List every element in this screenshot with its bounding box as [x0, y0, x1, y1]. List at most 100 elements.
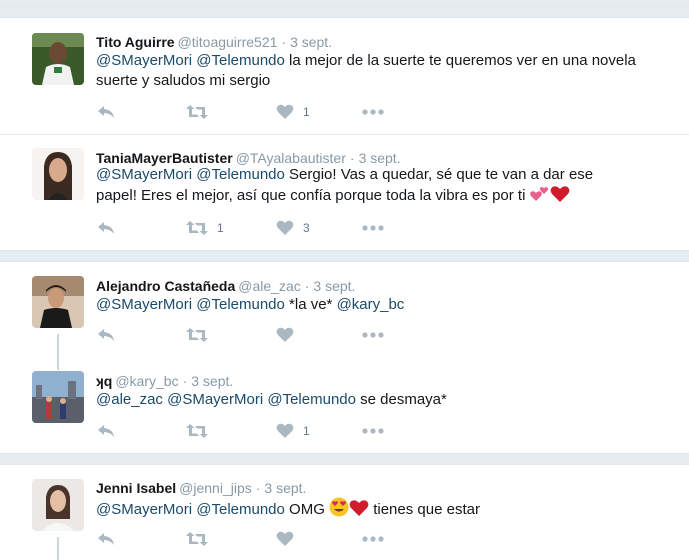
like-count: 1	[303, 105, 310, 119]
mention-link[interactable]: @Telemundo	[196, 166, 285, 183]
more-button[interactable]	[362, 218, 384, 238]
mention-link[interactable]: @SMayerMori	[167, 391, 263, 408]
more-button[interactable]	[362, 102, 384, 122]
avatar[interactable]	[32, 148, 84, 200]
heart-icon	[276, 104, 294, 119]
avatar[interactable]	[32, 276, 84, 328]
tweet-body-continued: tienes que estar	[373, 501, 480, 518]
like-button[interactable]: 3	[276, 218, 310, 238]
reply-button[interactable]	[96, 102, 116, 122]
reply-icon	[98, 533, 114, 545]
like-button[interactable]: 1	[276, 102, 310, 122]
tweet-text: @SMayerMori @Telemundo OMG tienes que es…	[96, 497, 656, 520]
tweet-text: @SMayerMori @Telemundo *la ve* @kary_bc	[96, 295, 656, 315]
reply-button[interactable]	[96, 421, 116, 441]
mention-link[interactable]: @Telemundo	[267, 391, 356, 408]
more-button[interactable]	[362, 421, 384, 441]
tweet[interactable]: Jenni Isabel @jenni_jips · 3 sept. @SMayerM…	[0, 465, 689, 560]
tweet-body: se desmaya*	[360, 391, 447, 408]
mention-link[interactable]: @kary_bc	[337, 296, 405, 313]
retweet-button[interactable]	[186, 529, 217, 549]
retweet-icon	[186, 328, 208, 342]
tweet-text: @SMayerMori @Telemundo la mejor de la su…	[96, 51, 656, 91]
author-handle[interactable]: @TAyalabautister	[236, 150, 346, 166]
tweet[interactable]: TaniaMayerBautister @TAyalabautister · 3 se…	[0, 135, 689, 250]
author-name[interactable]: Jenni Isabel	[96, 480, 176, 496]
like-count: 3	[303, 221, 310, 235]
more-icon	[362, 536, 384, 542]
reply-icon	[98, 106, 114, 118]
retweet-button[interactable]	[186, 421, 217, 441]
separator-dot: ·	[182, 373, 188, 389]
mention-link[interactable]: @Telemundo	[196, 296, 285, 313]
tweet-date[interactable]: 3 sept.	[290, 34, 332, 50]
red-heart-emoji-icon	[349, 500, 369, 516]
heart-icon	[276, 423, 294, 438]
reply-icon	[98, 425, 114, 437]
retweet-count: 1	[217, 221, 224, 235]
author-name[interactable]: Tito Aguirre	[96, 34, 175, 50]
tweet-date[interactable]: 3 sept.	[264, 480, 306, 496]
reply-button[interactable]	[96, 529, 116, 549]
tweet-date[interactable]: 3 sept.	[191, 373, 233, 389]
mention-link[interactable]: @SMayerMori	[96, 501, 192, 518]
like-button[interactable]: 1	[276, 421, 310, 441]
mention-link[interactable]: @SMayerMori	[96, 52, 192, 69]
like-button[interactable]	[276, 529, 303, 549]
avatar[interactable]	[32, 479, 84, 531]
conversation-divider	[0, 453, 689, 465]
tweet[interactable]: ʞq @kary_bc · 3 sept. @ale_zac @SMayerMori …	[0, 358, 689, 453]
avatar[interactable]	[32, 371, 84, 423]
tweet-text: @SMayerMori @Telemundo Sergio! Vas a que…	[96, 165, 626, 206]
reply-button[interactable]	[96, 325, 116, 345]
two-hearts-emoji-icon	[529, 187, 548, 201]
reply-icon	[98, 222, 114, 234]
separator-dot: ·	[281, 34, 287, 50]
retweet-icon	[186, 532, 208, 546]
separator-dot: ·	[349, 150, 355, 166]
mention-link[interactable]: @Telemundo	[196, 52, 285, 69]
author-handle[interactable]: @kary_bc	[115, 373, 178, 389]
retweet-button[interactable]	[186, 102, 217, 122]
author-handle[interactable]: @jenni_jips	[179, 480, 252, 496]
tweet[interactable]: Alejandro Castañeda @ale_zac · 3 sept. @SMa…	[0, 262, 689, 356]
separator-dot: ·	[255, 480, 261, 496]
conversation-divider	[0, 6, 689, 18]
more-icon	[362, 428, 384, 434]
mention-link[interactable]: @SMayerMori	[96, 166, 192, 183]
tweet-body: *la ve*	[289, 296, 333, 313]
reply-icon	[98, 329, 114, 341]
red-heart-emoji-icon	[550, 186, 569, 202]
more-button[interactable]	[362, 529, 384, 549]
heart-eyes-emoji-icon	[329, 497, 349, 517]
retweet-button[interactable]: 1	[186, 218, 224, 238]
tweet-text: @ale_zac @SMayerMori @Telemundo se desma…	[96, 390, 656, 410]
retweet-icon	[186, 221, 208, 235]
reply-button[interactable]	[96, 218, 116, 238]
tweet-date[interactable]: 3 sept.	[359, 150, 401, 166]
author-handle[interactable]: @titoaguirre521	[178, 34, 278, 50]
retweet-button[interactable]	[186, 325, 217, 345]
mention-link[interactable]: @SMayerMori	[96, 296, 192, 313]
tweet-body: OMG	[289, 501, 325, 518]
author-name[interactable]: Alejandro Castañeda	[96, 278, 235, 294]
author-name[interactable]: TaniaMayerBautister	[96, 150, 233, 166]
like-count: 1	[303, 424, 310, 438]
heart-icon	[276, 531, 294, 546]
like-button[interactable]	[276, 325, 303, 345]
more-icon	[362, 225, 384, 231]
tweet-date[interactable]: 3 sept.	[313, 278, 355, 294]
author-handle[interactable]: @ale_zac	[238, 278, 300, 294]
author-name[interactable]: ʞq	[96, 373, 112, 389]
retweet-icon	[186, 424, 208, 438]
avatar[interactable]	[32, 33, 84, 85]
heart-icon	[276, 327, 294, 342]
mention-link[interactable]: @ale_zac	[96, 391, 163, 408]
more-icon	[362, 109, 384, 115]
mention-link[interactable]: @Telemundo	[196, 501, 285, 518]
more-button[interactable]	[362, 325, 384, 345]
more-icon	[362, 332, 384, 338]
separator-dot: ·	[304, 278, 310, 294]
conversation-divider	[0, 250, 689, 262]
tweet[interactable]: Tito Aguirre @titoaguirre521 · 3 sept. @SMa…	[0, 18, 689, 134]
